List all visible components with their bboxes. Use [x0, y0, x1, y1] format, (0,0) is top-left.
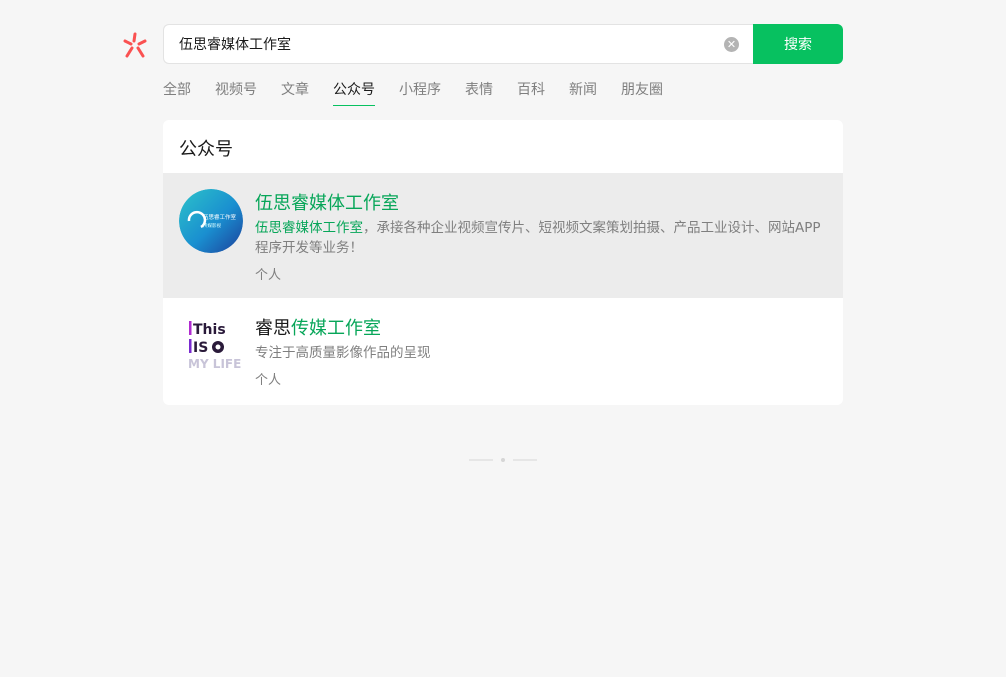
- search-button[interactable]: 搜索: [753, 24, 843, 64]
- tab-all[interactable]: 全部: [163, 79, 191, 105]
- account-name-plain: 睿思: [255, 318, 291, 339]
- results-card: 公众号 伍思睿工作室 传媒影视 伍思睿媒体工作室 伍思睿媒体工作室，承接各种企业…: [163, 120, 843, 405]
- tab-encyclopedia[interactable]: 百科: [517, 79, 545, 105]
- tab-mini-programs[interactable]: 小程序: [399, 79, 441, 105]
- tab-official-accounts[interactable]: 公众号: [333, 79, 375, 106]
- tab-news[interactable]: 新闻: [569, 79, 597, 105]
- section-title: 公众号: [179, 139, 233, 160]
- account-description: 专注于高质量影像作品的呈现: [255, 345, 431, 361]
- account-description: 伍思睿媒体工作室，承接各种企业视频宣传片、短视频文案策划拍摄、产品工业设计、网站…: [255, 218, 825, 258]
- account-name[interactable]: 睿思传媒工作室: [255, 314, 381, 340]
- description-highlight: 伍思睿媒体工作室: [255, 220, 363, 236]
- tab-moments[interactable]: 朋友圈: [621, 79, 663, 105]
- account-type: 个人: [255, 373, 282, 388]
- tab-stickers[interactable]: 表情: [465, 79, 493, 105]
- avatar-text: This: [193, 322, 226, 338]
- tab-video-account[interactable]: 视频号: [215, 79, 257, 105]
- avatar-text: MY LIFE: [188, 357, 241, 371]
- account-name-highlight: 伍思睿媒体工作室: [255, 193, 399, 214]
- account-avatar: This IS MY LIFE: [179, 312, 243, 376]
- account-type: 个人: [255, 268, 282, 283]
- avatar-text: 伍思睿工作室: [203, 213, 237, 221]
- tab-articles[interactable]: 文章: [281, 79, 309, 105]
- weixin-search-logo-icon[interactable]: [121, 31, 149, 59]
- end-of-list-divider: [469, 458, 537, 462]
- result-item[interactable]: This IS MY LIFE 睿思传媒工作室 专注于高质量影像作品的呈现 个人: [163, 298, 843, 405]
- search-input[interactable]: [179, 25, 719, 63]
- account-name-highlight: 传媒工作室: [291, 318, 381, 339]
- result-item[interactable]: 伍思睿工作室 传媒影视 伍思睿媒体工作室 伍思睿媒体工作室，承接各种企业视频宣传…: [163, 173, 843, 298]
- avatar-text: IS: [193, 340, 208, 356]
- account-avatar: 伍思睿工作室 传媒影视: [179, 189, 243, 253]
- avatar-text: 传媒影视: [203, 222, 221, 229]
- close-circle-icon[interactable]: ✕: [724, 37, 739, 52]
- search-box: ✕: [163, 24, 753, 64]
- account-name[interactable]: 伍思睿媒体工作室: [255, 189, 399, 215]
